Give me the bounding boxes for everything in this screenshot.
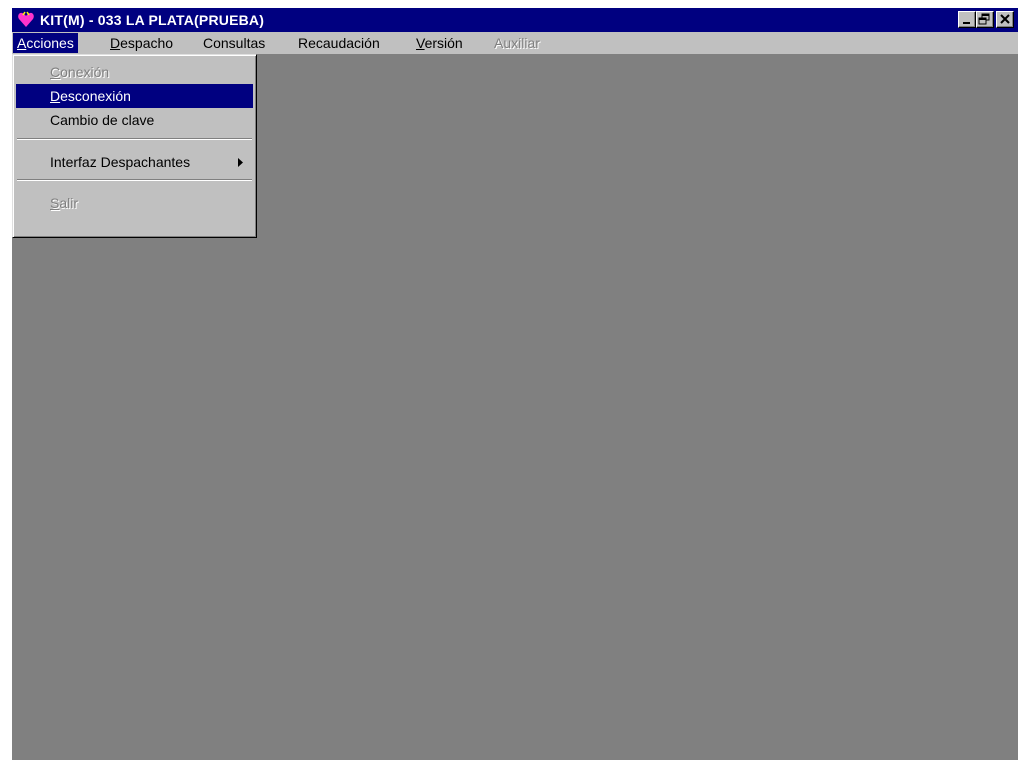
menu-item-interfaz-despachantes[interactable]: Interfaz Despachantes: [16, 150, 253, 174]
menu-item-conexion[interactable]: Conexión: [16, 60, 253, 84]
desconexion-label: esconexión: [60, 88, 131, 104]
menu-item-desconexion[interactable]: Desconexión: [16, 84, 253, 108]
interfaz-despachantes-label: Interfaz Despachantes: [50, 154, 191, 170]
submenu-arrow-icon: [238, 158, 243, 167]
close-icon: [1000, 14, 1010, 24]
app-window: KIT(M) - 033 LA PLATA(PRUEBA) Acciones D…: [12, 8, 1018, 760]
title-bar[interactable]: KIT(M) - 033 LA PLATA(PRUEBA): [12, 8, 1018, 32]
heart-app-icon[interactable]: [17, 11, 35, 29]
window-title: KIT(M) - 033 LA PLATA(PRUEBA): [40, 12, 265, 28]
acciones-dropdown-menu: Conexión Desconexión Cambio de clave Int…: [12, 54, 257, 238]
restore-icon: [978, 13, 990, 25]
menu-despacho-mnemonic: D: [110, 35, 121, 51]
menu-acciones[interactable]: Acciones: [13, 33, 78, 53]
minimize-button[interactable]: [958, 11, 976, 28]
conexion-mnemonic: C: [50, 64, 61, 80]
menu-item-salir[interactable]: Salir: [16, 191, 253, 215]
menu-separator: [17, 138, 252, 140]
salir-mnemonic: S: [50, 195, 60, 211]
menu-acciones-mnemonic: A: [17, 35, 27, 51]
menu-version[interactable]: Versión: [412, 33, 467, 53]
menu-despacho[interactable]: Despacho: [106, 33, 177, 53]
menu-bar: Acciones Despacho Consultas Recaudación …: [12, 32, 1018, 54]
conexion-label: onexión: [60, 64, 110, 80]
desconexion-mnemonic: D: [50, 88, 61, 104]
menu-item-cambio-de-clave[interactable]: Cambio de clave: [16, 108, 253, 132]
close-button[interactable]: [996, 11, 1014, 28]
menu-consultas[interactable]: Consultas: [199, 33, 269, 53]
salir-label: alir: [59, 195, 79, 211]
menu-auxiliar[interactable]: Auxiliar: [490, 33, 544, 53]
restore-button[interactable]: [976, 11, 994, 28]
menu-version-mnemonic: V: [416, 35, 425, 51]
menu-despacho-label: espacho: [120, 35, 174, 51]
minimize-icon: [963, 22, 970, 24]
menu-separator: [17, 179, 252, 181]
menu-version-label: ersión: [424, 35, 463, 51]
menu-recaudacion[interactable]: Recaudación: [294, 33, 384, 53]
menu-acciones-label: cciones: [26, 35, 74, 51]
